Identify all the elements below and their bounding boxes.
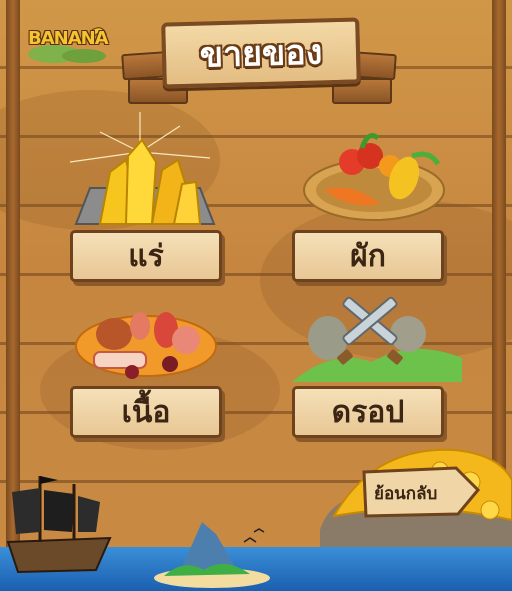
category-meat-label: เนื้อ <box>121 394 171 430</box>
back-button[interactable]: ย้อนกลับ <box>360 466 481 518</box>
category-vegetable-card[interactable]: ผัก <box>292 112 462 282</box>
logo-text: BANANA <box>28 28 109 49</box>
category-drop-label: ดรอป <box>331 394 405 430</box>
category-meat-card[interactable]: เนื้อ <box>70 268 240 438</box>
ore-crystals-icon <box>70 112 216 225</box>
title-sign: ขายของ <box>121 12 397 104</box>
pirate-ship-icon <box>6 476 112 574</box>
back-button-label: ย้อนกลับ <box>374 484 438 504</box>
category-meat-sign[interactable]: เนื้อ <box>70 386 222 438</box>
category-drop-card[interactable]: ดรอป <box>292 268 462 438</box>
island-icon <box>154 522 270 588</box>
category-drop-sign[interactable]: ดรอป <box>292 386 444 438</box>
crossed-swords-icon <box>292 296 462 382</box>
game-logo: BANANA <box>24 24 116 64</box>
meat-platter-icon <box>75 312 217 379</box>
vegetable-basket-icon <box>303 133 445 221</box>
page-title: ขายของ <box>199 32 323 76</box>
category-ore-card[interactable]: แร่ <box>70 112 240 282</box>
